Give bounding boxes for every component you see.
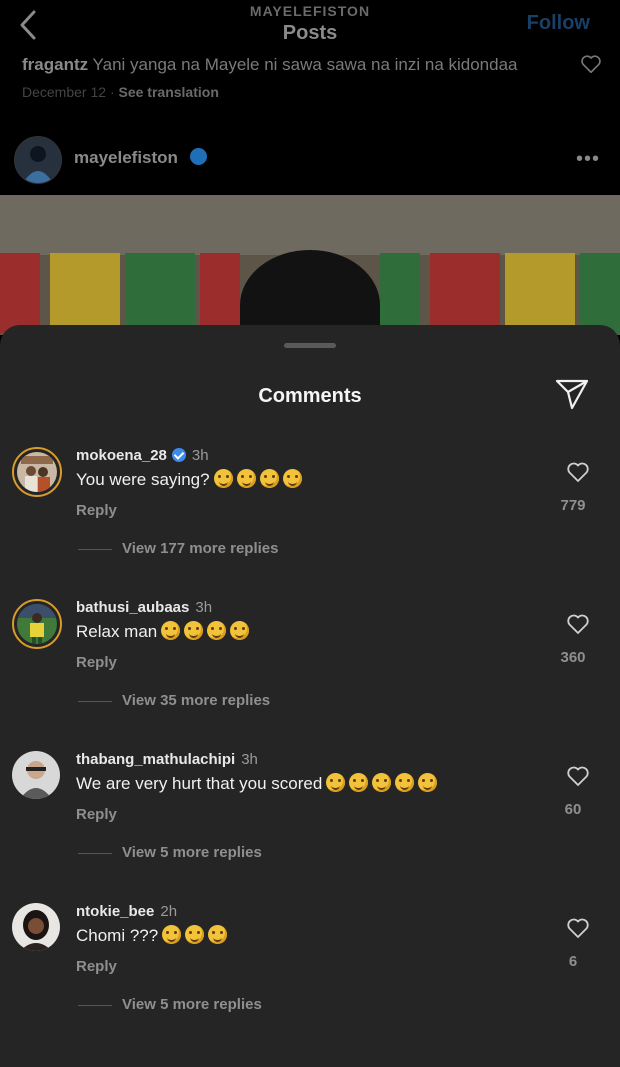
- avatar[interactable]: [14, 136, 62, 184]
- comment-username[interactable]: ntokie_bee 2h: [76, 903, 177, 920]
- verified-badge-icon: [190, 148, 207, 165]
- more-dots-icon[interactable]: •••: [576, 148, 600, 171]
- drag-handle[interactable]: [284, 343, 336, 348]
- sleepy-emoji-icon: [185, 925, 205, 944]
- view-replies-button[interactable]: View 35 more replies: [122, 692, 270, 709]
- post-author-row: mayelefiston •••: [0, 130, 620, 186]
- comment-text: Chomi ???: [76, 925, 228, 946]
- comment-username[interactable]: bathusi_aubaas 3h: [76, 599, 212, 616]
- sleepy-emoji-icon: [372, 773, 392, 792]
- comment-text: You were saying?: [76, 469, 302, 490]
- rofl-emoji-icon: [213, 469, 233, 488]
- comment-item: thabang_mathulachipi 3h We are very hurt …: [0, 751, 620, 903]
- avatar[interactable]: [12, 903, 60, 951]
- joy-emoji-icon: [161, 621, 181, 640]
- rofl-emoji-icon: [259, 469, 279, 488]
- send-icon[interactable]: [554, 377, 590, 411]
- avatar[interactable]: [12, 447, 62, 497]
- heart-icon[interactable]: [566, 917, 590, 939]
- comment-item: mokoena_28 3h You were saying? Reply 779 …: [0, 447, 620, 599]
- heart-icon[interactable]: [580, 53, 602, 75]
- sleepy-emoji-icon: [208, 925, 228, 944]
- comment-username[interactable]: thabang_mathulachipi 3h: [76, 751, 258, 768]
- joy-emoji-icon: [230, 621, 250, 640]
- sleepy-emoji-icon: [418, 773, 438, 792]
- sleepy-emoji-icon: [395, 773, 415, 792]
- replies-divider: [78, 701, 112, 702]
- sleepy-emoji-icon: [326, 773, 346, 792]
- follow-button[interactable]: Follow: [527, 12, 590, 35]
- caption-text: Yani yanga na Mayele ni sawa sawa na inz…: [92, 55, 518, 74]
- view-replies-button[interactable]: View 177 more replies: [122, 540, 278, 557]
- comments-title: Comments: [258, 385, 362, 407]
- rofl-emoji-icon: [236, 469, 256, 488]
- replies-divider: [78, 549, 112, 550]
- see-translation-link[interactable]: See translation: [119, 84, 219, 100]
- sleepy-emoji-icon: [349, 773, 369, 792]
- like-count: 60: [564, 801, 582, 818]
- rofl-emoji-icon: [282, 469, 302, 488]
- heart-icon[interactable]: [566, 461, 590, 483]
- reply-button[interactable]: Reply: [76, 654, 117, 671]
- avatar-image: [17, 452, 57, 492]
- avatar[interactable]: [12, 751, 60, 799]
- avatar-image: [15, 137, 61, 183]
- avatar-image: [12, 751, 60, 799]
- comments-sheet: Comments mokoena_28 3h You were saying? R…: [0, 325, 620, 1067]
- sleepy-emoji-icon: [162, 925, 182, 944]
- view-replies-button[interactable]: View 5 more replies: [122, 844, 262, 861]
- reply-button[interactable]: Reply: [76, 806, 117, 823]
- comment-text: We are very hurt that you scored: [76, 773, 438, 794]
- comment-item: bathusi_aubaas 3h Relax man Reply 360 Vie…: [0, 599, 620, 751]
- top-bar: MAYELEFISTON Posts Follow: [0, 0, 620, 60]
- heart-icon[interactable]: [566, 765, 590, 787]
- like-count: 779: [560, 497, 586, 514]
- meta-separator: ·: [109, 84, 119, 100]
- caption: fragantz Yani yanga na Mayele ni sawa sa…: [22, 55, 562, 75]
- caption-meta: December 12 · See translation: [22, 84, 219, 100]
- reply-button[interactable]: Reply: [76, 502, 117, 519]
- author-username[interactable]: mayelefiston: [74, 148, 178, 168]
- view-replies-button[interactable]: View 5 more replies: [122, 996, 262, 1013]
- caption-user[interactable]: fragantz: [22, 55, 88, 74]
- post-image: [0, 195, 620, 335]
- avatar-image: [12, 903, 60, 951]
- comment-username[interactable]: mokoena_28 3h: [76, 447, 209, 464]
- player-head: [240, 250, 380, 335]
- caption-date: December 12: [22, 84, 107, 100]
- replies-divider: [78, 1005, 112, 1006]
- like-count: 360: [560, 649, 586, 666]
- avatar-image: [17, 604, 57, 644]
- joy-emoji-icon: [207, 621, 227, 640]
- comment-text: Relax man: [76, 621, 250, 642]
- joy-emoji-icon: [184, 621, 204, 640]
- verified-badge-icon: [171, 448, 186, 462]
- avatar[interactable]: [12, 599, 62, 649]
- replies-divider: [78, 853, 112, 854]
- like-count: 6: [568, 953, 578, 970]
- reply-button[interactable]: Reply: [76, 958, 117, 975]
- heart-icon[interactable]: [566, 613, 590, 635]
- comment-item: ntokie_bee 2h Chomi ??? Reply 6 View 5 mo…: [0, 903, 620, 1055]
